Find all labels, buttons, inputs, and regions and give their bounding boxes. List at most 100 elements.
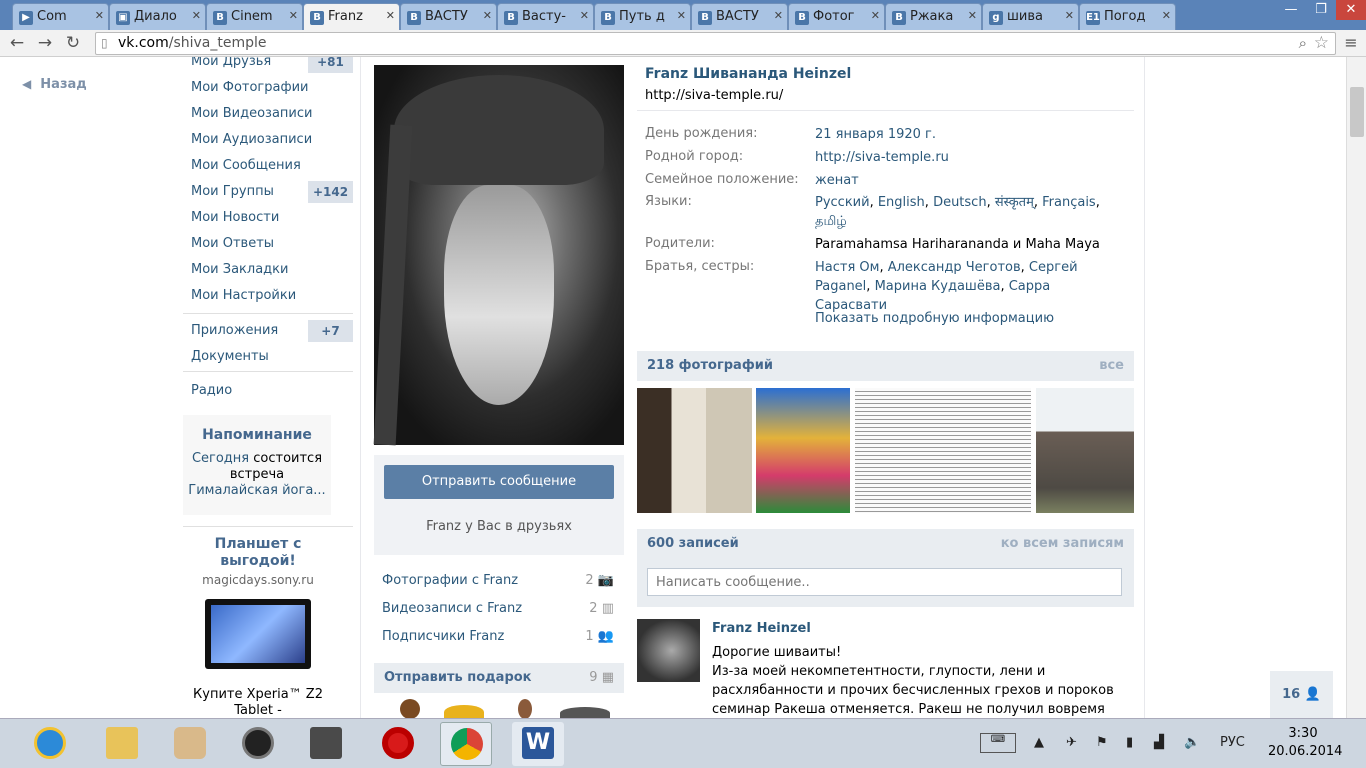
browser-tab[interactable]: g шива ✕	[982, 3, 1079, 30]
more-info-link[interactable]: Показать подробную информацию	[815, 311, 1054, 326]
language-link[interactable]: Русский	[815, 195, 870, 210]
menu-item[interactable]: Мои Аудиозаписи	[191, 132, 312, 147]
sibling-link[interactable]: Александр Чеготов	[888, 260, 1021, 275]
browser-tab[interactable]: B Cinem ✕	[206, 3, 303, 30]
birthday-value[interactable]: 21 января 1920 г.	[815, 125, 1125, 144]
zoom-icon[interactable]: ⌕	[1299, 34, 1307, 52]
bookmark-star-icon[interactable]: ☆	[1314, 33, 1329, 53]
family-value[interactable]: женат	[815, 171, 1125, 190]
menu-item[interactable]: Мои Друзья	[191, 57, 271, 69]
volume-icon[interactable]: 🔈	[1184, 735, 1200, 750]
browser-tab[interactable]: B Путь д ✕	[594, 3, 691, 30]
menu-item[interactable]: Мои Новости	[191, 210, 279, 225]
tab-close-icon[interactable]: ✕	[774, 9, 783, 22]
wall-all-link[interactable]: ко всем записям	[1001, 536, 1124, 551]
tab-close-icon[interactable]: ✕	[386, 9, 395, 22]
address-bar[interactable]: ▯ vk.com/shiva_temple ⌕ ☆	[95, 32, 1336, 55]
taskbar-opera[interactable]	[372, 722, 424, 766]
tab-close-icon[interactable]: ✕	[677, 9, 686, 22]
taskbar-ie[interactable]	[24, 722, 76, 766]
battery-icon[interactable]: ▮	[1126, 735, 1133, 750]
taskbar-app[interactable]	[164, 722, 216, 766]
profile-link[interactable]: Видеозаписи с Franz 2 ▥	[382, 601, 614, 616]
reminder-event-link[interactable]: Гималайская йога...	[188, 483, 325, 498]
language-link[interactable]: संस्कृतम्	[995, 195, 1034, 210]
photos-all-link[interactable]: все	[1099, 358, 1124, 373]
hometown-value[interactable]: http://siva-temple.ru	[815, 148, 1125, 167]
page-scrollbar[interactable]	[1346, 57, 1366, 718]
flag-icon[interactable]: ⚑	[1096, 735, 1108, 750]
tab-close-icon[interactable]: ✕	[483, 9, 492, 22]
menu-item[interactable]: Радио	[191, 383, 232, 398]
language-link[interactable]: Deutsch	[933, 195, 987, 210]
language-link[interactable]: English	[878, 195, 925, 210]
back-arrow-icon[interactable]: ←	[6, 32, 28, 54]
close-window-icon[interactable]: ✕	[1336, 0, 1366, 20]
browser-tab[interactable]: B ВАСТУ ✕	[400, 3, 497, 30]
ad-tablet-image[interactable]	[205, 599, 311, 669]
taskbar-chrome[interactable]	[440, 722, 492, 766]
tab-close-icon[interactable]: ✕	[1162, 9, 1171, 22]
scrollbar-thumb[interactable]	[1350, 87, 1364, 137]
tab-close-icon[interactable]: ✕	[871, 9, 880, 22]
sibling-link[interactable]: Марина Кудашёва	[875, 279, 1001, 294]
tab-close-icon[interactable]: ✕	[95, 9, 104, 22]
ad-block[interactable]: Планшет с выгодой! magicdays.sony.ru Куп…	[183, 536, 333, 718]
chrome-menu-icon[interactable]: ≡	[1340, 32, 1362, 54]
menu-badge[interactable]: +81	[308, 57, 353, 73]
maximize-icon[interactable]: ❐	[1306, 0, 1336, 20]
photo-thumbnail[interactable]	[756, 388, 850, 513]
tab-close-icon[interactable]: ✕	[1065, 9, 1074, 22]
browser-tab[interactable]: ▶ Com ✕	[12, 3, 109, 30]
menu-item[interactable]: Мои Закладки	[191, 262, 288, 277]
profile-link[interactable]: Подписчики Franz 1 👥	[382, 629, 614, 644]
online-friends-counter[interactable]: 16 👤	[1270, 671, 1333, 718]
photo-thumbnail[interactable]	[637, 388, 752, 513]
photo-thumbnail[interactable]	[855, 388, 1031, 513]
browser-tab[interactable]: B Franz ✕	[303, 3, 400, 31]
tab-close-icon[interactable]: ✕	[968, 9, 977, 22]
ad-caption[interactable]: Купите Xperia™ Z2 Tablet -	[183, 687, 333, 718]
browser-tab[interactable]: B Фотог ✕	[788, 3, 885, 30]
network-icon[interactable]: ▟	[1154, 735, 1164, 750]
browser-tab[interactable]: ▣ Диало ✕	[109, 3, 206, 30]
language-indicator[interactable]: РУС	[1220, 735, 1245, 750]
gift-thumbnails[interactable]	[400, 699, 610, 718]
menu-item[interactable]: Приложения	[191, 323, 278, 338]
menu-item[interactable]: Мои Ответы	[191, 236, 274, 251]
photos-header[interactable]: 218 фотографий все	[637, 351, 1134, 381]
browser-tab[interactable]: B ВАСТУ ✕	[691, 3, 788, 30]
clock[interactable]: 3:30 20.06.2014	[1268, 725, 1342, 761]
browser-tab[interactable]: E1 Погод ✕	[1079, 3, 1176, 30]
menu-badge[interactable]: +142	[308, 181, 353, 203]
menu-item[interactable]: Мои Сообщения	[191, 158, 301, 173]
wall-title[interactable]: 600 записей	[647, 536, 739, 551]
send-message-button[interactable]: Отправить сообщение	[384, 465, 614, 499]
back-link[interactable]: ◀ Назад	[22, 77, 87, 92]
tab-close-icon[interactable]: ✕	[289, 9, 298, 22]
taskbar-doc[interactable]	[300, 722, 352, 766]
language-link[interactable]: தமிழ்	[815, 214, 847, 229]
send-gift-header[interactable]: Отправить подарок 9 ▦	[374, 663, 624, 693]
menu-item[interactable]: Мои Настройки	[191, 288, 296, 303]
tab-close-icon[interactable]: ✕	[580, 9, 589, 22]
menu-item[interactable]: Мои Фотографии	[191, 80, 308, 95]
menu-badge[interactable]: +7	[308, 320, 353, 342]
keyboard-icon[interactable]: ⌨	[980, 733, 1016, 753]
sibling-link[interactable]: Настя Ом	[815, 260, 879, 275]
profile-avatar[interactable]	[373, 65, 624, 446]
minimize-icon[interactable]: —	[1276, 0, 1306, 20]
menu-item[interactable]: Документы	[191, 349, 269, 364]
taskbar-explorer[interactable]	[96, 722, 148, 766]
menu-item[interactable]: Мои Группы	[191, 184, 274, 199]
photo-thumbnail[interactable]	[1036, 388, 1134, 513]
tray-app-icon[interactable]: ✈	[1066, 735, 1077, 750]
taskbar-word[interactable]: W	[512, 722, 564, 766]
ad-title[interactable]: Планшет с выгодой!	[183, 536, 333, 570]
reload-icon[interactable]: ↻	[62, 32, 84, 54]
reminder-today-link[interactable]: Сегодня	[192, 451, 249, 466]
language-link[interactable]: Français	[1042, 195, 1096, 210]
tray-expand-icon[interactable]: ▲	[1034, 735, 1044, 750]
post-author[interactable]: Franz Heinzel	[712, 621, 811, 636]
post-avatar[interactable]	[637, 619, 700, 682]
